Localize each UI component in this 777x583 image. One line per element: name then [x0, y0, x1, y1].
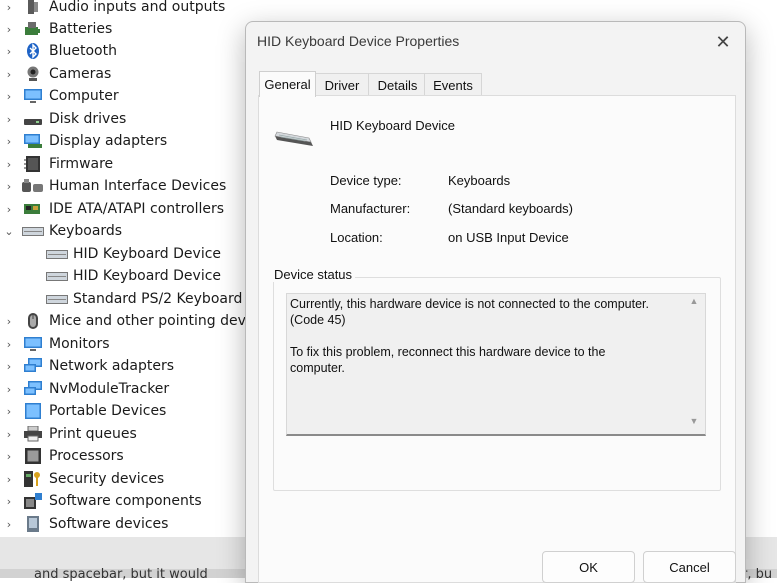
ide-controller-icon — [24, 204, 40, 214]
chevron-right-icon[interactable]: › — [3, 315, 15, 328]
tree-item-label: Batteries — [49, 21, 113, 37]
scroll-up-icon[interactable]: ▲ — [688, 296, 700, 306]
tree-item-label: HID Keyboard Device — [73, 246, 222, 262]
keyboard-device-icon — [274, 131, 313, 146]
tree-item-label: Keyboards — [49, 223, 123, 239]
tree-item-label: Bluetooth — [49, 43, 117, 59]
display-adapter-icon — [24, 134, 42, 148]
software-component-icon — [24, 493, 42, 509]
chevron-right-icon[interactable]: › — [3, 1, 15, 14]
tree-item-label: Display adapters — [49, 133, 168, 149]
chevron-right-icon[interactable]: › — [3, 68, 15, 81]
device-status-label: Device status — [271, 267, 356, 282]
tree-item-label: Security devices — [49, 471, 165, 487]
camera-icon — [27, 66, 39, 81]
tree-item-label: HID Keyboard Device — [73, 268, 222, 284]
battery-icon — [25, 22, 40, 35]
background-window-text-right: r, bu — [742, 567, 773, 582]
chevron-right-icon[interactable]: › — [3, 158, 15, 171]
properties-dialog: HID Keyboard Device Properties ✕ General… — [245, 21, 746, 583]
tree-item-label: Standard PS/2 Keyboard — [73, 291, 243, 307]
tree-item-label: Processors — [49, 448, 124, 464]
tree-item-label: NvModuleTracker — [49, 381, 170, 397]
tab-driver[interactable]: Driver — [313, 73, 371, 96]
monitor-icon — [24, 89, 42, 103]
ok-button[interactable]: OK — [542, 551, 635, 583]
chevron-right-icon[interactable]: › — [3, 135, 15, 148]
tree-item-label: Audio inputs and outputs — [49, 0, 226, 15]
network-adapter-icon — [24, 358, 42, 372]
chevron-down-icon[interactable]: ⌄ — [3, 225, 15, 238]
chevron-right-icon[interactable]: › — [3, 450, 15, 463]
device-type-value: Keyboards — [448, 173, 511, 188]
chevron-right-icon[interactable]: › — [3, 383, 15, 396]
printer-icon — [24, 426, 42, 442]
background-window-text: and spacebar, but it would — [34, 567, 208, 582]
bluetooth-icon — [27, 43, 39, 59]
speaker-icon — [28, 0, 38, 14]
tree-item-label: Human Interface Devices — [49, 178, 227, 194]
device-status-text: Currently, this hardware device is not c… — [290, 297, 649, 375]
chevron-right-icon[interactable]: › — [3, 518, 15, 531]
chevron-right-icon[interactable]: › — [3, 203, 15, 216]
chevron-right-icon[interactable]: › — [3, 405, 15, 418]
tab-general[interactable]: General — [259, 71, 316, 97]
tab-details[interactable]: Details — [368, 73, 427, 96]
manufacturer-label: Manufacturer: — [330, 201, 411, 216]
keyboard-icon — [22, 227, 44, 236]
location-label: Location: — [330, 230, 383, 245]
manufacturer-value: (Standard keyboards) — [448, 201, 574, 216]
security-key-icon — [24, 471, 40, 487]
keyboard-icon — [46, 272, 68, 281]
software-device-icon — [27, 516, 39, 532]
portable-device-icon — [25, 403, 41, 419]
tree-item-label: Firmware — [49, 156, 114, 172]
tree-item-label: Portable Devices — [49, 403, 167, 419]
chevron-right-icon[interactable]: › — [3, 360, 15, 373]
chevron-right-icon[interactable]: › — [3, 45, 15, 58]
tree-item-label: Disk drives — [49, 111, 127, 127]
device-name: HID Keyboard Device — [330, 118, 455, 133]
chevron-right-icon[interactable]: › — [3, 90, 15, 103]
tab-events[interactable]: Events — [424, 73, 482, 96]
tree-item-label: Monitors — [49, 336, 110, 352]
chevron-right-icon[interactable]: › — [3, 23, 15, 36]
device-status-textbox[interactable]: Currently, this hardware device is not c… — [286, 293, 706, 436]
tree-item-label: Software components — [49, 493, 202, 509]
tree-item-label: Software devices — [49, 516, 169, 532]
hid-icon — [22, 179, 43, 192]
tree-item-label: Computer — [49, 88, 119, 104]
device-type-label: Device type: — [330, 173, 402, 188]
tree-item-label: Cameras — [49, 66, 112, 82]
scroll-down-icon[interactable]: ▼ — [688, 416, 700, 426]
keyboard-icon — [46, 295, 68, 304]
chevron-right-icon[interactable]: › — [3, 338, 15, 351]
location-value: on USB Input Device — [448, 230, 569, 245]
keyboard-icon — [46, 250, 68, 259]
tree-item-label: Network adapters — [49, 358, 174, 374]
chevron-right-icon[interactable]: › — [3, 113, 15, 126]
cancel-button[interactable]: Cancel — [643, 551, 736, 583]
chevron-right-icon[interactable]: › — [3, 473, 15, 486]
firmware-chip-icon — [24, 156, 40, 172]
chevron-right-icon[interactable]: › — [3, 495, 15, 508]
disk-drive-icon — [24, 119, 42, 125]
tree-item-label: Print queues — [49, 426, 137, 442]
mouse-icon — [28, 313, 38, 329]
general-tab-panel: HID Keyboard Device Device type: Keyboar… — [258, 95, 736, 583]
processor-icon — [25, 448, 41, 464]
network-adapter-icon — [24, 381, 42, 395]
tree-item-label: IDE ATA/ATAPI controllers — [49, 201, 225, 217]
monitor-icon — [24, 337, 42, 351]
close-icon[interactable]: ✕ — [706, 29, 740, 55]
chevron-right-icon[interactable]: › — [3, 180, 15, 193]
chevron-right-icon[interactable]: › — [3, 428, 15, 441]
dialog-title: HID Keyboard Device Properties — [257, 33, 460, 49]
tree-item-label: Mice and other pointing devic — [49, 313, 258, 329]
